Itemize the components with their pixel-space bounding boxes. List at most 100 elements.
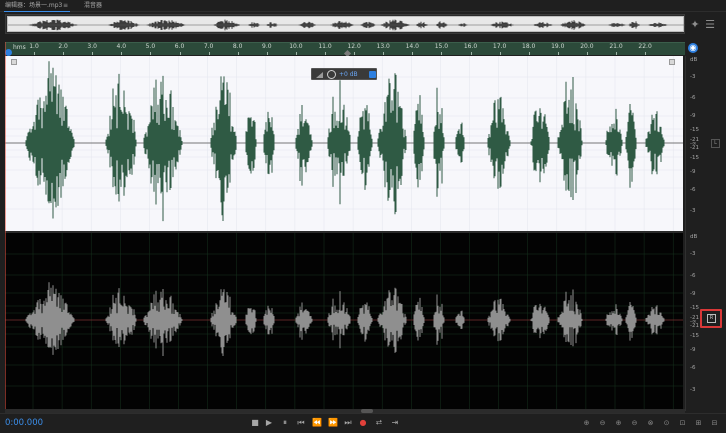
zoom-in-point-icon[interactable]: ⊙ — [661, 418, 672, 428]
ruler-unit-label: hms — [13, 44, 26, 51]
db-tick-label: -9 — [690, 112, 696, 119]
move-to-start-button[interactable]: ⏮ — [296, 418, 306, 428]
db-tick-label: -3 — [690, 386, 696, 393]
ruler-tick — [470, 52, 472, 55]
ruler-tick — [295, 52, 297, 55]
fade-in-handle-icon[interactable] — [11, 59, 17, 65]
db-tick-label: -3 — [690, 251, 696, 258]
db-tick-label: -6 — [690, 186, 696, 193]
ruler-tick — [557, 52, 559, 55]
playhead-handle[interactable] — [5, 49, 12, 56]
toggle-panel-icon[interactable]: ☰ — [704, 19, 716, 31]
ruler-tick — [499, 52, 501, 55]
ruler-tick — [92, 52, 94, 55]
pin-icon[interactable] — [369, 71, 376, 78]
amplitude-ruler[interactable]: dB -3 -6 -9 -15 -21 -∞ -21 -15 -9 -6 -3 dB -3 -6 -9-… — [685, 56, 726, 411]
ruler-tick — [325, 52, 326, 55]
zoom-selection-icon[interactable]: ⊡ — [677, 418, 688, 428]
ruler-tick — [354, 52, 356, 55]
ruler-tick-label: 15.0 — [434, 43, 449, 50]
db-tick-label: -15 — [690, 155, 699, 162]
ruler-tick — [179, 52, 181, 55]
audition-window: 编辑器：场景一.mp3 ≡ 混音器 ✦ ☰ ◉ hms 1.0 2.0 3.0 4.0… — [0, 0, 726, 433]
zoom-out-amplitude-icon[interactable]: ⊖ — [597, 418, 608, 428]
skip-selection-button[interactable]: ⇥ — [390, 418, 400, 428]
right-channel-waveform — [5, 233, 683, 411]
ruler-tick — [237, 52, 239, 55]
tab-menu-icon[interactable]: ≡ — [63, 1, 68, 12]
ruler-tick — [266, 52, 268, 55]
channel-left[interactable] — [5, 56, 683, 232]
time-settings-icon[interactable]: ◉ — [688, 43, 698, 53]
record-button[interactable]: ● — [358, 418, 368, 428]
db-tick-label: -15 — [690, 304, 699, 311]
volume-knob-icon[interactable] — [327, 70, 336, 79]
db-tick-label: -6 — [690, 365, 696, 372]
db-tick-label: -21 — [690, 322, 699, 329]
db-tick-label: -9 — [690, 347, 696, 354]
ruler-tick-label: 16.0 — [463, 43, 478, 50]
db-tick-label: -9 — [690, 169, 696, 176]
zoom-out-full-icon[interactable]: ⊗ — [645, 418, 656, 428]
db-tick-label: -6 — [690, 272, 696, 279]
zoom-in-time-icon[interactable]: ⊕ — [613, 418, 624, 428]
volume-hud[interactable]: +0 dB — [311, 68, 377, 80]
play-button[interactable]: ▶ — [264, 418, 274, 428]
left-channel-waveform — [5, 56, 683, 232]
db-tick-label: -15 — [690, 333, 699, 340]
ruler-tick-label: 21.0 — [609, 43, 623, 50]
zoom-out-time-icon[interactable]: ⊖ — [629, 418, 640, 428]
channel-right-toggle-highlight[interactable]: R — [700, 309, 722, 328]
time-display[interactable]: 0:00.000 — [5, 418, 43, 428]
ruler-tick — [586, 52, 588, 55]
channel-right[interactable] — [5, 233, 683, 411]
fade-out-handle-icon[interactable] — [669, 59, 675, 65]
overview-visible-range[interactable] — [7, 16, 685, 32]
ruler-tick-label: 11.0 — [318, 43, 332, 50]
overview-waveform — [8, 19, 685, 31]
rewind-button[interactable]: ⏪ — [312, 418, 322, 428]
zoom-in-amplitude-icon[interactable]: ⊕ — [581, 418, 592, 428]
ruler-tick — [645, 52, 647, 55]
zoom-out-selection-icon[interactable]: ⊟ — [709, 418, 720, 428]
ruler-tick-label: 6.0 — [174, 43, 185, 50]
hud-volume-value: +0 dB — [339, 71, 358, 78]
ruler-tick — [150, 52, 152, 55]
waveform-editor[interactable] — [5, 56, 683, 411]
timeline-ruler[interactable]: hms 1.0 2.0 3.0 4.0 5.0 6.0 7.0 8.0 9.0 10.0 11.0 1… — [5, 42, 685, 58]
ruler-tick-label: 5.0 — [145, 43, 156, 50]
ruler-tick — [63, 52, 65, 55]
ruler-tick-label: 10.0 — [289, 43, 303, 50]
waveform-overview[interactable] — [5, 14, 685, 34]
move-to-end-button[interactable]: ⏭ — [343, 418, 353, 428]
fast-forward-button[interactable]: ⏩ — [328, 418, 338, 428]
ruler-tick-label: 17.0 — [492, 43, 507, 50]
ruler-tick — [528, 52, 530, 55]
channel-right-toggle[interactable]: R — [707, 314, 716, 323]
ruler-tick-label: 1.0 — [29, 43, 39, 50]
waveform-path — [25, 61, 665, 222]
db-tick-label: -3 — [690, 74, 696, 81]
ruler-tick-label: 19.0 — [551, 43, 565, 50]
stop-button[interactable]: ■ — [250, 418, 260, 428]
db-tick-label: -3 — [690, 207, 696, 214]
db-unit-label-right: dB — [690, 234, 698, 240]
zoom-to-selection-icon[interactable]: ⊞ — [693, 418, 704, 428]
tab-mixer[interactable]: 混音器 — [84, 1, 102, 12]
pause-button[interactable]: ⏸ — [280, 418, 290, 428]
ruler-tick-label: 14.0 — [405, 43, 419, 50]
ruler-tick-label: 9.0 — [262, 43, 272, 50]
db-tick-label: -9 — [690, 290, 696, 297]
ruler-tick-label: 2.0 — [58, 43, 68, 50]
loop-playback-button[interactable]: ⮂ — [374, 418, 384, 428]
ruler-tick-label: 18.0 — [522, 43, 536, 50]
active-tab-indicator — [4, 11, 70, 12]
ruler-tick-label: 8.0 — [232, 43, 243, 50]
playhead-line[interactable] — [5, 42, 6, 411]
db-tick-label: -6 — [690, 95, 696, 102]
ruler-tick-label: 22.0 — [638, 43, 652, 50]
ruler-tick — [616, 52, 617, 55]
channel-left-toggle[interactable]: L — [711, 139, 720, 148]
ruler-tick — [34, 52, 35, 55]
zoom-navigator-icon[interactable]: ✦ — [689, 19, 701, 31]
